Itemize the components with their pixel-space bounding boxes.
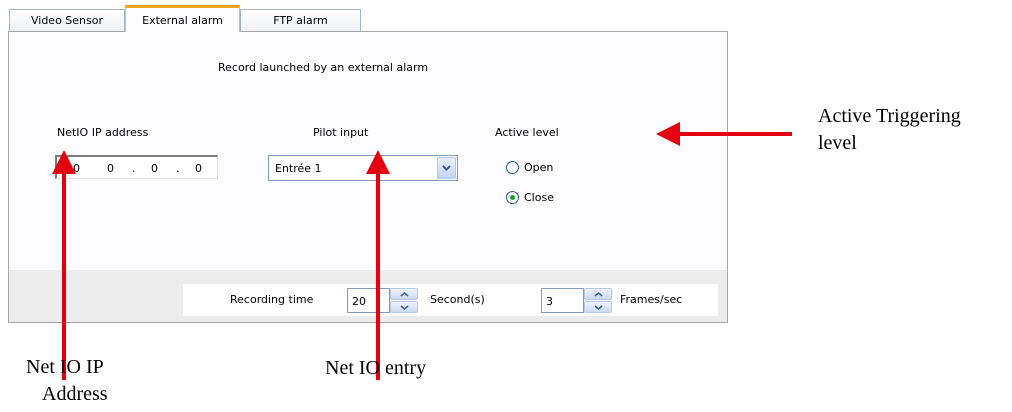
annotation-netio-ip-line1: Net IO IP [26, 356, 104, 378]
annotation-netio-ip-line2: Address [42, 383, 108, 405]
annotation-active-triggering-line2: level [818, 132, 857, 154]
annotation-active-triggering-line1: Active Triggering [818, 105, 961, 127]
annotation-arrows [52, 122, 792, 380]
annotation-netio-entry: Net IO entry [325, 357, 427, 379]
tab-external-alarm[interactable]: External alarm [125, 5, 240, 32]
tab-external-alarm-label: External alarm [142, 13, 223, 27]
